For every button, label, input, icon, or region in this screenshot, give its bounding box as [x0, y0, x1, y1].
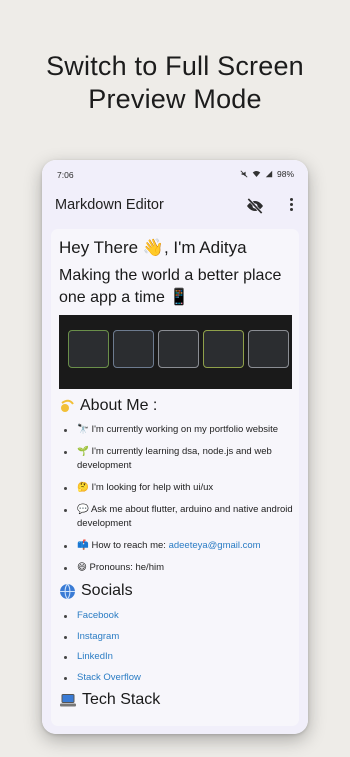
markdown-preview: Hey There 👋, I'm Aditya Making the world… [42, 224, 308, 734]
list-item: 🔭 I'm currently working on my portfolio … [59, 423, 295, 437]
about-list: 🔭 I'm currently working on my portfolio … [59, 423, 295, 575]
wifi-icon [252, 171, 261, 177]
headline-line-2: Preview Mode [88, 84, 262, 114]
list-item: 🤔 I'm looking for help with ui/ux [59, 481, 295, 495]
instagram-link[interactable]: Instagram [59, 630, 295, 644]
signal-icon [265, 170, 273, 178]
app-title: Markdown Editor [55, 197, 164, 213]
socials-heading: Socials [59, 580, 295, 602]
about-heading: About Me : [59, 395, 295, 417]
list-item-contact: 📫 How to reach me: adeeteya@gmail.com [59, 539, 295, 553]
banner-tile [203, 330, 244, 368]
banner-tile [113, 330, 154, 368]
laptop-icon [60, 693, 76, 706]
battery-level: 98% [276, 169, 294, 179]
stackoverflow-link[interactable]: Stack Overflow [59, 671, 295, 685]
status-bar: 7:06 98% [42, 160, 308, 188]
more-vert-icon[interactable] [284, 196, 298, 216]
banner-tile [248, 330, 289, 368]
list-item: 💬 Ask me about flutter, arduino and nati… [59, 503, 295, 531]
banner-tile [68, 330, 109, 368]
eye-off-icon[interactable] [245, 196, 265, 216]
about-title: About Me : [80, 397, 158, 414]
preview-heading: Hey There 👋, I'm Aditya [59, 238, 247, 257]
status-icons: 98% [240, 169, 294, 179]
status-time: 7:06 [57, 170, 74, 180]
preview-subheading: Making the world a better place one app … [59, 267, 282, 306]
facebook-link[interactable]: Facebook [59, 609, 295, 623]
banner-tile [158, 330, 199, 368]
banner-image [59, 315, 292, 389]
socials-title: Socials [81, 582, 133, 599]
headline-line-1: Switch to Full Screen [46, 51, 304, 81]
tech-heading: Tech Stack [59, 689, 295, 711]
list-item: 🌱 I'm currently learning dsa, node.js an… [59, 445, 295, 473]
reach-label: 📫 How to reach me: [77, 540, 169, 551]
tech-title: Tech Stack [82, 691, 161, 708]
phone-screen: 7:06 98% Markdown Editor Hey There 👋, I'… [42, 160, 308, 734]
socials-list: Facebook Instagram LinkedIn Stack Overfl… [59, 609, 295, 685]
mute-icon [240, 170, 248, 178]
list-item: 😄 Pronouns: he/him [59, 561, 295, 575]
promo-headline: Switch to Full Screen Preview Mode [0, 50, 350, 116]
globe-icon [60, 583, 75, 599]
dizzy-icon [61, 399, 74, 412]
app-bar: Markdown Editor [42, 188, 308, 224]
email-link[interactable]: adeeteya@gmail.com [169, 540, 261, 551]
linkedin-link[interactable]: LinkedIn [59, 650, 295, 664]
preview-card[interactable]: Hey There 👋, I'm Aditya Making the world… [51, 229, 299, 726]
